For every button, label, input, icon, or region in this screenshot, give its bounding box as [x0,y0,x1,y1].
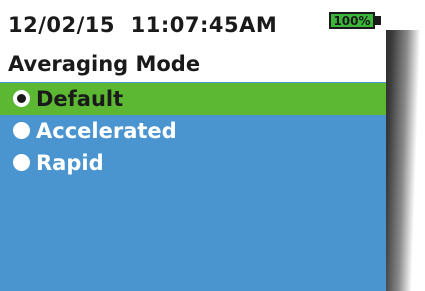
option-label: Rapid [36,151,104,175]
option-default[interactable]: Default [0,83,386,115]
title-bar: Averaging Mode [0,50,386,82]
option-label: Default [36,87,124,111]
radio-dot [17,94,26,103]
battery-icon: 100% [329,12,375,29]
option-label: Accelerated [36,119,177,143]
status-bar: 12/02/15 11:07:45AM 100% [0,0,386,50]
battery-tip [375,16,381,25]
radio-selected-icon[interactable] [13,90,30,107]
screen: 12/02/15 11:07:45AM 100% Averaging Mode … [0,0,386,291]
datetime: 12/02/15 11:07:45AM [8,13,277,37]
device-display: 12/02/15 11:07:45AM 100% Averaging Mode … [0,0,425,291]
date-text: 12/02/15 [8,13,116,37]
time-text: 11:07:45AM [130,13,278,37]
battery-level: 100% [333,14,371,28]
option-rapid[interactable]: Rapid [0,147,386,179]
radio-unselected-icon[interactable] [13,154,30,171]
option-accelerated[interactable]: Accelerated [0,115,386,147]
page-title: Averaging Mode [8,52,201,76]
radio-unselected-icon[interactable] [13,122,30,139]
averaging-mode-options: Default Accelerated Rapid [0,83,386,179]
